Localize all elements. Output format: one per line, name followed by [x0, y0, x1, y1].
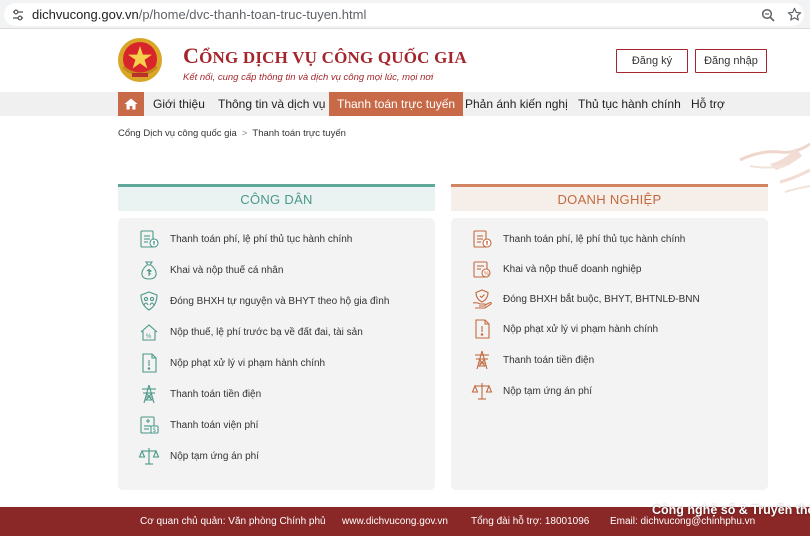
url-host: dichvucong.gov.vn [32, 7, 139, 22]
service-label: Thanh toán viện phí [170, 419, 259, 431]
service-label: Nộp tạm ứng án phí [503, 385, 592, 397]
nav-item-introduction[interactable]: Giới thiệu [153, 92, 205, 116]
fee-document-icon [473, 230, 492, 248]
service-label: Khai và nộp thuế doanh nghiệp [503, 263, 642, 275]
nav-item-procedures[interactable]: Thủ tục hành chính [578, 92, 681, 116]
breadcrumb-root[interactable]: Cổng Dịch vụ công quốc gia [118, 128, 237, 139]
footer-agency: Cơ quan chủ quản: Văn phòng Chính phủ [140, 516, 326, 527]
citizen-service-item[interactable]: Đóng BHXH tự nguyện và BHYT theo hộ gia … [138, 289, 389, 313]
citizen-service-item[interactable]: Khai và nộp thuế cá nhân [138, 258, 283, 282]
service-label: Thanh toán tiền điện [170, 388, 262, 400]
business-service-item[interactable]: Đóng BHXH bắt buộc, BHYT, BHTNLĐ-BNN [471, 287, 700, 311]
hand-shield-icon [472, 289, 492, 309]
service-label: Nộp phạt xử lý vi phạm hành chính [170, 357, 326, 369]
business-service-item[interactable]: Thanh toán phí, lệ phí thủ tục hành chín… [471, 227, 685, 251]
breadcrumb: Cổng Dịch vụ công quốc gia > Thanh toán tr… [118, 128, 346, 139]
scales-icon [138, 448, 160, 465]
home-icon [124, 98, 138, 110]
site-title-initial: C [183, 43, 200, 68]
service-label: Đóng BHXH bắt buộc, BHYT, BHTNLĐ-BNN [503, 293, 700, 305]
footer-email[interactable]: Email: dichvucong@chinhphu.vn [610, 516, 755, 527]
house-tax-icon: % [140, 324, 158, 341]
citizen-service-item[interactable]: Nộp phạt xử lý vi phạm hành chính [138, 351, 325, 375]
footer-website-link[interactable]: www.dichvucong.gov.vn [342, 516, 448, 527]
bookmark-star-icon[interactable] [787, 7, 802, 22]
money-bag-icon [141, 261, 157, 280]
power-tower-icon [475, 350, 489, 370]
citizen-service-item[interactable]: % Nộp thuế, lệ phí trước bạ về đất đai, … [138, 320, 363, 344]
service-label: Thanh toán phí, lệ phí thủ tục hành chín… [503, 233, 686, 245]
business-service-item[interactable]: Nộp tạm ứng án phí [471, 379, 592, 403]
service-label: Thanh toán phí, lệ phí thủ tục hành chín… [170, 233, 353, 245]
publisher-watermark: Công nghệ số & Truyền thông [652, 503, 810, 517]
breadcrumb-separator: > [241, 128, 248, 139]
citizen-service-item[interactable]: Thanh toán tiền điện [138, 382, 261, 406]
service-label: Nộp phạt xử lý vi phạm hành chính [503, 323, 659, 335]
penalty-document-icon [142, 353, 157, 373]
penalty-document-icon [475, 319, 490, 339]
service-label: Nộp thuế, lệ phí trước bạ về đất đai, tà… [170, 326, 363, 338]
service-label: Thanh toán tiền điện [503, 354, 595, 366]
svg-text:%: % [146, 334, 152, 340]
site-header: CỔNG DỊCH VỤ CÔNG QUỐC GIA Kết nối, cung… [0, 29, 810, 92]
business-services-panel: Thanh toán phí, lệ phí thủ tục hành chín… [451, 218, 768, 490]
nav-item-online-payment[interactable]: Thanh toán trực tuyến [329, 92, 464, 116]
business-tax-icon: % [473, 261, 491, 278]
url-path: /p/home/dvc-thanh-toan-truc-tuyen.html [138, 7, 367, 22]
citizen-heading: CÔNG DÂN [118, 184, 435, 211]
browser-address-bar: dichvucong.gov.vn/p/home/dvc-thanh-toan-… [0, 0, 810, 29]
citizen-services-panel: Thanh toán phí, lệ phí thủ tục hành chín… [118, 218, 435, 490]
citizen-service-item[interactable]: $ Thanh toán viện phí [138, 413, 258, 437]
site-slogan: Kết nối, cung cấp thông tin và dịch vụ c… [183, 72, 434, 83]
national-emblem-logo[interactable] [117, 37, 163, 83]
nav-item-information-services[interactable]: Thông tin và dịch vụ [218, 92, 325, 116]
business-service-item[interactable]: % Khai và nộp thuế doanh nghiệp [471, 257, 641, 281]
service-label: Đóng BHXH tự nguyện và BHYT theo hộ gia … [170, 295, 390, 307]
site-title-rest: ỔNG DỊCH VỤ CÔNG QUỐC GIA [199, 48, 467, 67]
citizen-service-item[interactable]: Thanh toán phí, lệ phí thủ tục hành chín… [138, 227, 352, 251]
scales-icon [471, 383, 493, 400]
power-tower-icon [142, 384, 156, 404]
nav-item-feedback[interactable]: Phản ánh kiến nghị [465, 92, 568, 116]
business-heading: DOANH NGHIỆP [451, 184, 768, 211]
service-label: Nộp tạm ứng án phí [170, 450, 259, 462]
main-nav: Giới thiệu Thông tin và dịch vụ Thanh to… [0, 92, 810, 116]
nav-item-support[interactable]: Hỗ trợ [691, 92, 725, 116]
zoom-icon[interactable] [761, 8, 775, 22]
url-field[interactable]: dichvucong.gov.vn/p/home/dvc-thanh-toan-… [4, 3, 804, 26]
service-label: Khai và nộp thuế cá nhân [170, 264, 284, 276]
family-shield-icon [140, 291, 158, 311]
register-button[interactable]: Đăng ký [616, 49, 688, 73]
breadcrumb-current: Thanh toán trực tuyến [252, 128, 346, 139]
business-service-item[interactable]: Nộp phạt xử lý vi phạm hành chính [471, 317, 658, 341]
url-text: dichvucong.gov.vn/p/home/dvc-thanh-toan-… [32, 7, 366, 22]
nav-home-button[interactable] [118, 92, 144, 116]
login-button[interactable]: Đăng nhập [695, 49, 767, 73]
hospital-bill-icon: $ [140, 416, 159, 434]
business-service-item[interactable]: Thanh toán tiền điện [471, 348, 594, 372]
fee-document-icon [140, 230, 159, 248]
footer-hotline: Tổng đài hỗ trợ: 18001096 [471, 516, 590, 527]
svg-text:%: % [484, 271, 490, 277]
citizen-service-item[interactable]: Nộp tạm ứng án phí [138, 444, 259, 468]
site-settings-icon[interactable] [11, 8, 25, 22]
site-title[interactable]: CỔNG DỊCH VỤ CÔNG QUỐC GIA [183, 43, 467, 69]
